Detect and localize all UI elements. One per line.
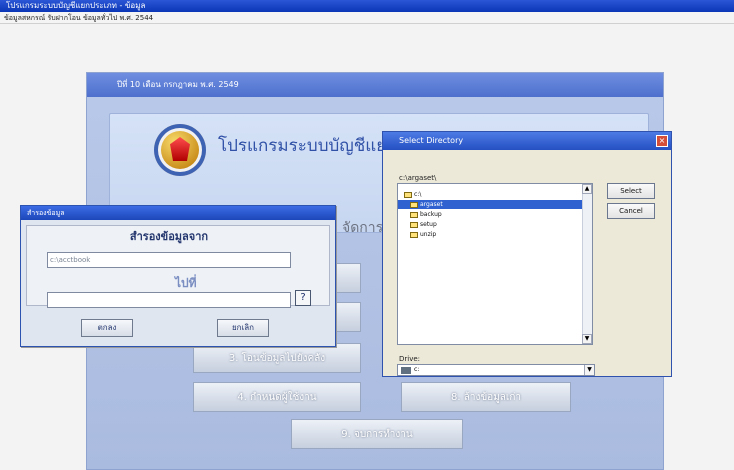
directory-list[interactable]: c:\ argaset backup setup unzip ▲ ▼ [397,183,593,345]
hidden-menu-button-1[interactable] [335,263,361,293]
current-path-label: c:\argaset\ [399,174,437,182]
drive-icon [401,367,411,374]
folder-icon [410,211,418,218]
hidden-menu-button-2[interactable] [335,302,361,332]
directory-item-label: c:\ [414,191,422,198]
source-path-input[interactable]: c:\acctbook [47,252,291,268]
exit-button[interactable]: 9. จบการทำงาน [291,419,463,449]
directory-scrollbar[interactable] [582,194,592,336]
folder-icon [410,201,418,208]
drive-label: Drive: [399,355,421,363]
select-directory-dialog: Select Directory × c:\argaset\ c:\ argas… [382,131,672,377]
transfer-data-button[interactable]: 3. โอนข้อมูลไปยังคลัง [193,343,361,373]
directory-item-label: backup [420,211,442,218]
ok-button[interactable]: ตกลง [81,319,133,337]
select-button[interactable]: Select [607,183,655,199]
target-path-input[interactable] [47,292,291,308]
backup-dialog-body: สำรองข้อมูลจาก c:\acctbook ไปที่ ? [26,225,330,308]
scroll-up-button[interactable]: ▲ [582,184,592,194]
backup-dialog-title: สำรองข้อมูล [21,206,335,220]
emblem-logo [154,124,206,176]
app-title-bar: โปรแกรมระบบบัญชีแยกประเภท - ข้อมูล [0,0,734,12]
panel-header: ปีที่ 10 เดือน กรกฎาคม พ.ศ. 2549 [87,73,663,97]
folder-icon [404,191,412,198]
directory-item-unzip[interactable]: unzip [410,230,436,239]
browse-button[interactable]: ? [295,290,311,306]
directory-item-label: setup [420,221,437,228]
directory-item-backup[interactable]: backup [410,210,442,219]
app-status-bar: ข้อมูลสหกรณ์ รับฝากโอน ข้อมูลทั่วไป พ.ศ.… [0,12,734,24]
section-heading: จัดการ [342,220,384,236]
backup-dialog: สำรองข้อมูล สำรองข้อมูลจาก c:\acctbook ไ… [20,205,336,347]
clear-old-data-button[interactable]: 8. ล้างข้อมูลเก่า [401,382,571,412]
target-label: ไปที่ [175,276,197,290]
directory-item-root[interactable]: c:\ [404,190,421,199]
directory-item-label: argaset [420,201,443,208]
directory-item-argaset[interactable]: argaset [398,200,584,209]
folder-icon [410,221,418,228]
dialog-cancel-button[interactable]: Cancel [607,203,655,219]
directory-item-setup[interactable]: setup [410,220,437,229]
folder-icon [410,231,418,238]
copy-from-heading: สำรองข้อมูลจาก [129,230,209,243]
select-directory-title: Select Directory [383,132,671,150]
manage-users-button[interactable]: 4. กำหนดผู้ใช้งาน [193,382,361,412]
cancel-button[interactable]: ยกเลิก [217,319,269,337]
directory-item-label: unzip [420,231,437,238]
drive-select-value: c: [414,366,420,373]
chevron-down-icon[interactable]: ▼ [584,365,594,375]
drive-select[interactable]: c: ▼ [397,364,595,376]
close-button[interactable]: × [656,135,668,147]
scroll-down-button[interactable]: ▼ [582,334,592,344]
